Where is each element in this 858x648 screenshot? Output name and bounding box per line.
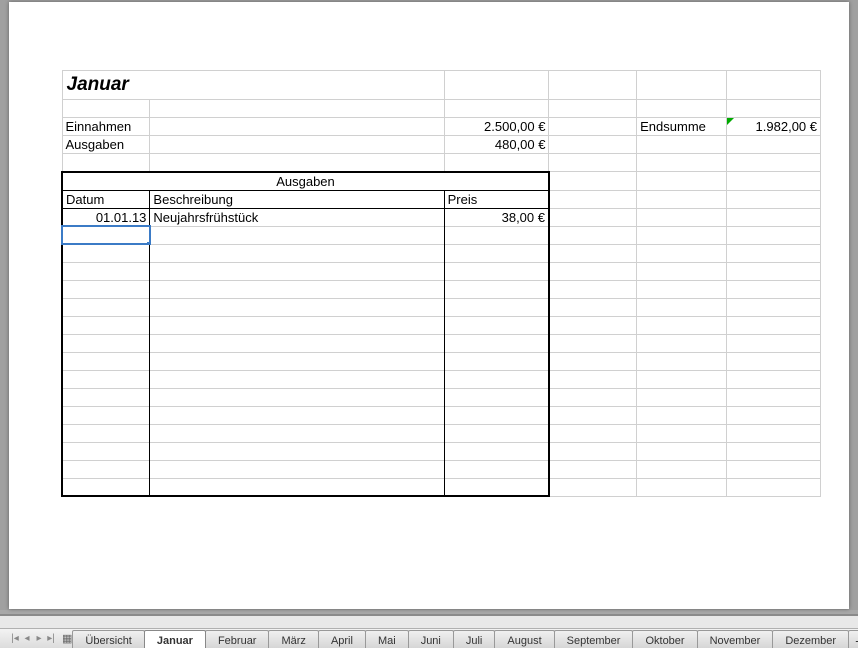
sheet-tab-label: April [331, 635, 353, 647]
sheet-tab-november[interactable]: November [697, 630, 774, 648]
col-desc-header[interactable]: Beschreibung [150, 190, 444, 208]
sheet-tab-januar[interactable]: Januar [144, 630, 206, 648]
sheet-tab-label: Januar [157, 635, 193, 647]
sheet-tab-juni[interactable]: Juni [408, 630, 454, 648]
sheet-tab-august[interactable]: August [494, 630, 554, 648]
sheet-tab-mai[interactable]: Mai [365, 630, 409, 648]
total-value[interactable]: 1.982,00 € [727, 118, 821, 136]
sheet-tab-oktober[interactable]: Oktober [632, 630, 697, 648]
sheet-tab-label: August [507, 635, 541, 647]
empty-cell[interactable] [150, 226, 444, 244]
nav-last-icon[interactable]: ▸| [46, 632, 56, 646]
empty-cell[interactable] [444, 226, 549, 244]
sheet-tab-label: September [567, 635, 621, 647]
sheet-tab-märz[interactable]: März [268, 630, 318, 648]
sheet-tab-label: November [710, 635, 761, 647]
sheet-tab-label: Übersicht [85, 635, 131, 647]
nav-next-icon[interactable]: ▸ [34, 632, 44, 646]
sheet-tab-label: Juni [421, 635, 441, 647]
row-date[interactable]: 01.01.13 [62, 208, 150, 226]
spreadsheet-grid[interactable]: Januar Einnahmen 2.500,00 € Endsumme 1.9… [61, 70, 821, 497]
selected-cell[interactable] [62, 226, 150, 244]
add-sheet-button[interactable]: + [848, 630, 858, 648]
sheet-tab-april[interactable]: April [318, 630, 366, 648]
sheet-tab-juli[interactable]: Juli [453, 630, 496, 648]
col-date-header[interactable]: Datum [62, 190, 150, 208]
month-title[interactable]: Januar [62, 71, 444, 100]
expenses-table-title[interactable]: Ausgaben [62, 172, 549, 191]
sheet-list-icon[interactable]: ▦ [62, 629, 72, 648]
row-price[interactable]: 38,00 € [444, 208, 549, 226]
sheet-tab-label: Dezember [785, 635, 836, 647]
row-desc[interactable]: Neujahrsfrühstück [150, 208, 444, 226]
sheet-tab-september[interactable]: September [554, 630, 634, 648]
expense-value[interactable]: 480,00 € [444, 136, 549, 154]
nav-first-icon[interactable]: |◂ [10, 632, 20, 646]
document-view: Januar Einnahmen 2.500,00 € Endsumme 1.9… [0, 0, 858, 610]
col-price-header[interactable]: Preis [444, 190, 549, 208]
expense-label[interactable]: Ausgaben [62, 136, 150, 154]
sheet-tab-dezember[interactable]: Dezember [772, 630, 849, 648]
tab-nav-group: |◂ ◂ ▸ ▸| [4, 629, 62, 648]
sheet-tab-februar[interactable]: Februar [205, 630, 270, 648]
sheet-tab-label: Februar [218, 635, 257, 647]
sheet-tab-label: Juli [466, 635, 483, 647]
sheet-tab-label: Mai [378, 635, 396, 647]
sheet-tab-label: Oktober [645, 635, 684, 647]
total-label[interactable]: Endsumme [637, 118, 727, 136]
sheet-tab-bar: |◂ ◂ ▸ ▸| ▦ Übersicht Januar Februar März Ap… [0, 614, 858, 648]
income-label[interactable]: Einnahmen [62, 118, 150, 136]
sheet-tab-übersicht[interactable]: Übersicht [72, 630, 144, 648]
income-value[interactable]: 2.500,00 € [444, 118, 549, 136]
page: Januar Einnahmen 2.500,00 € Endsumme 1.9… [9, 2, 849, 609]
nav-prev-icon[interactable]: ◂ [22, 632, 32, 646]
sheet-tab-label: März [281, 635, 305, 647]
